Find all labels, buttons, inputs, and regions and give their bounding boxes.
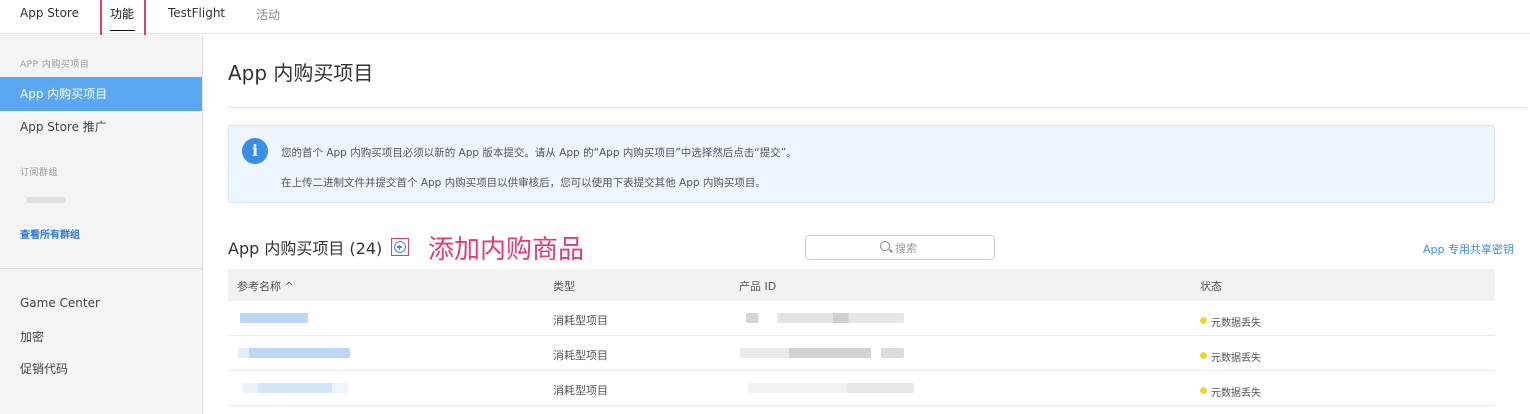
type-cell: 消耗型项目 <box>553 349 608 362</box>
reference-name-redacted[interactable] <box>242 383 348 393</box>
tab-testflight[interactable]: TestFlight <box>168 6 225 20</box>
sidebar-item-iap[interactable]: App 内购买项目 <box>0 77 202 111</box>
tab-activity[interactable]: 活动 <box>256 6 280 23</box>
table-row[interactable]: 消耗型项目 元数据丢失 <box>228 371 1495 406</box>
sidebar-section-iap: APP 内购买项目 <box>20 60 90 70</box>
tab-features-label: 功能 <box>110 7 135 21</box>
main-content: App 内购买项目 i 您的首个 App 内购买项目必须以新的 App 版本提交… <box>204 35 1530 414</box>
top-navigation: App Store 功能 TestFlight 活动 <box>0 0 1530 40</box>
status-dot-icon <box>1200 352 1207 359</box>
reference-name-redacted[interactable] <box>240 313 308 323</box>
column-header-status: 状态 <box>1200 280 1222 293</box>
table-row[interactable]: 消耗型项目 元数据丢失 <box>228 301 1495 336</box>
column-header-type: 类型 <box>553 280 575 293</box>
sidebar-item-encryption[interactable]: 加密 <box>0 320 202 354</box>
table-row[interactable]: 消耗型项目 元数据丢失 <box>228 336 1495 371</box>
add-iap-button[interactable] <box>391 238 409 256</box>
type-cell: 消耗型项目 <box>553 314 608 327</box>
iap-list-heading: App 内购买项目 (24) <box>228 239 383 258</box>
info-line-2: 在上传二进制文件并提交首个 App 内购买项目以供审核后，您可以使用下表提交其他… <box>281 177 766 189</box>
search-placeholder: 搜索 <box>895 242 917 255</box>
sidebar-item-game-center[interactable]: Game Center <box>0 286 202 320</box>
active-tab-underline <box>110 30 135 31</box>
type-cell: 消耗型项目 <box>553 384 608 397</box>
column-header-product-id: 产品 ID <box>739 280 777 293</box>
annotation-add-iap: 添加内购商品 <box>428 235 585 265</box>
sidebar-item-app-store-promo[interactable]: App Store 推广 <box>0 110 202 144</box>
page-title: App 内购买项目 <box>228 61 374 85</box>
info-icon: i <box>242 138 268 164</box>
table-header: 参考名称 ^ 类型 产品 ID 状态 <box>228 269 1495 301</box>
status-dot-icon <box>1200 317 1207 324</box>
info-line-1: 您的首个 App 内购买项目必须以新的 App 版本提交。请从 App 的“Ap… <box>281 147 797 159</box>
status-dot-icon <box>1200 387 1207 394</box>
reference-name-redacted[interactable] <box>238 348 350 358</box>
shared-secret-link[interactable]: App 专用共享密钥 <box>1423 241 1514 257</box>
product-id-redacted <box>740 348 904 358</box>
sidebar-item-promo-codes[interactable]: 促销代码 <box>0 352 202 386</box>
product-id-redacted <box>746 313 904 323</box>
status-text: 元数据丢失 <box>1211 353 1261 364</box>
title-divider <box>228 107 1526 108</box>
sidebar-divider <box>0 268 202 269</box>
view-all-groups-link[interactable]: 查看所有群组 <box>20 226 80 241</box>
add-circle-icon <box>394 241 406 253</box>
tab-features[interactable]: 功能 <box>100 0 146 40</box>
search-icon <box>880 241 890 251</box>
info-banner: i 您的首个 App 内购买项目必须以新的 App 版本提交。请从 App 的“… <box>228 125 1495 203</box>
search-input[interactable]: 搜索 <box>805 235 995 260</box>
sidebar-blurred-group[interactable] <box>26 197 66 203</box>
status-text: 元数据丢失 <box>1211 318 1261 329</box>
product-id-redacted <box>748 383 914 393</box>
sidebar-section-subscription-groups: 订阅群组 <box>20 168 59 178</box>
column-header-reference-name[interactable]: 参考名称 ^ <box>237 278 294 294</box>
status-text: 元数据丢失 <box>1211 388 1261 399</box>
sidebar: APP 内购买项目 App 内购买项目 App Store 推广 订阅群组 查看… <box>0 35 203 414</box>
tab-app-store[interactable]: App Store <box>20 6 79 20</box>
